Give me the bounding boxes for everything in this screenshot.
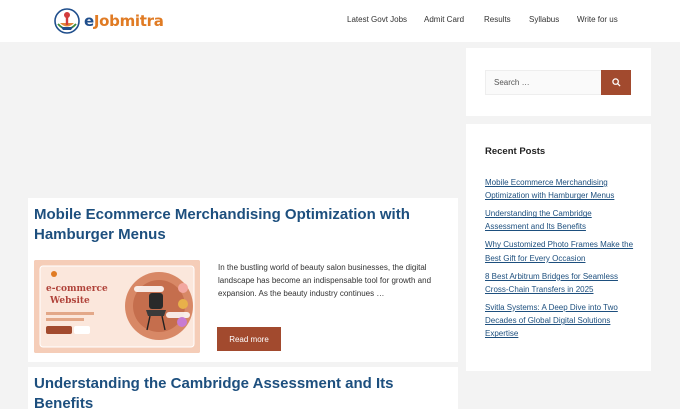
logo-wordmark: eJobmitra [84, 12, 164, 30]
site-header: eJobmitra Latest Govt Jobs Admit Card Re… [0, 0, 680, 42]
post-title-link[interactable]: Mobile Ecommerce Merchandising Optimizat… [34, 205, 434, 245]
nav-results[interactable]: Results [484, 15, 511, 24]
site-logo[interactable]: eJobmitra [52, 6, 164, 36]
recent-post-link[interactable]: Mobile Ecommerce Merchandising Optimizat… [485, 176, 637, 203]
post-thumbnail[interactable]: e-commerce Website [34, 260, 200, 353]
post-card: Understanding the Cambridge Assessment a… [28, 367, 458, 409]
search-widget: Search … [466, 48, 651, 116]
recent-posts-title: Recent Posts [485, 146, 546, 157]
recent-posts-widget: Recent Posts Mobile Ecommerce Merchandis… [466, 124, 651, 371]
read-more-button[interactable]: Read more [217, 327, 281, 351]
recent-post-link[interactable]: 8 Best Arbitrum Bridges for Seamless Cro… [485, 270, 637, 297]
nav-syllabus[interactable]: Syllabus [529, 15, 559, 24]
search-button[interactable] [601, 70, 631, 95]
post-title-link[interactable]: Understanding the Cambridge Assessment a… [34, 374, 434, 409]
ecommerce-illustration-icon [34, 260, 200, 353]
nav-write-for-us[interactable]: Write for us [577, 15, 618, 24]
nav-latest-govt-jobs[interactable]: Latest Govt Jobs [347, 15, 407, 24]
logo-emblem-icon [52, 6, 82, 36]
recent-posts-list: Mobile Ecommerce Merchandising Optimizat… [485, 176, 637, 345]
ad-placeholder [28, 48, 458, 198]
post-card: Mobile Ecommerce Merchandising Optimizat… [28, 198, 458, 362]
search-input[interactable]: Search … [485, 70, 602, 95]
post-excerpt: In the bustling world of beauty salon bu… [218, 263, 432, 298]
recent-post-link[interactable]: Why Customized Photo Frames Make the Bes… [485, 238, 637, 265]
thumbnail-title: e-commerce [46, 284, 108, 294]
recent-post-link[interactable]: Understanding the Cambridge Assessment a… [485, 207, 637, 234]
nav-admit-card[interactable]: Admit Card [424, 15, 464, 24]
search-icon [611, 74, 621, 92]
thumbnail-subtitle: Website [50, 296, 90, 306]
recent-post-link[interactable]: Svitla Systems: A Deep Dive into Two Dec… [485, 301, 637, 341]
